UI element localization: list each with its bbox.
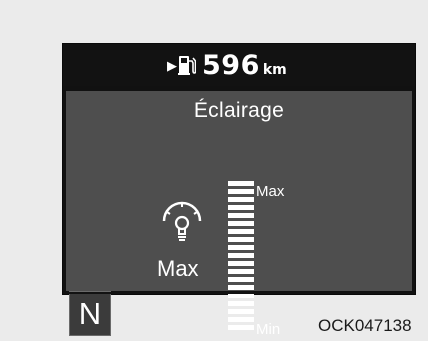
gear-indicator: N — [69, 291, 111, 336]
illumination-settings-panel: Éclairage Max Max Min N — [66, 91, 412, 338]
level-segment — [228, 285, 254, 290]
bottom-bar — [63, 292, 415, 294]
level-segment — [228, 229, 254, 234]
level-segment — [228, 301, 254, 306]
level-segment — [228, 253, 254, 258]
fuel-pump-icon — [178, 54, 196, 76]
figure-code: OCK047138 — [318, 316, 412, 335]
arrow-right-icon: ▶ — [167, 58, 177, 74]
level-segment — [228, 197, 254, 202]
level-segment — [228, 269, 254, 274]
scale-max-label: Max — [256, 183, 285, 200]
instrument-cluster-display: ▶ 596 km Éclairage Max Max Min N — [62, 43, 416, 338]
level-segment — [228, 205, 254, 210]
level-segment — [228, 221, 254, 226]
brightness-level-bar — [228, 181, 254, 333]
current-level-text: Max — [157, 256, 199, 281]
level-segment — [228, 213, 254, 218]
level-segment — [228, 245, 254, 250]
range-value: 596 — [202, 49, 260, 81]
level-segment — [228, 277, 254, 282]
top-status-bar: ▶ 596 km — [63, 44, 415, 86]
scale-min-label: Min — [256, 321, 281, 338]
driving-range: ▶ 596 km — [167, 48, 287, 82]
level-segment — [228, 237, 254, 242]
dashboard-illumination-icon — [160, 199, 204, 251]
level-segment — [228, 181, 254, 186]
level-segment — [228, 309, 254, 314]
level-segment — [228, 261, 254, 266]
range-unit: km — [262, 61, 287, 78]
level-segment — [228, 317, 254, 322]
panel-title: Éclairage — [193, 99, 285, 122]
level-segment — [228, 189, 254, 194]
level-segment — [228, 325, 254, 330]
